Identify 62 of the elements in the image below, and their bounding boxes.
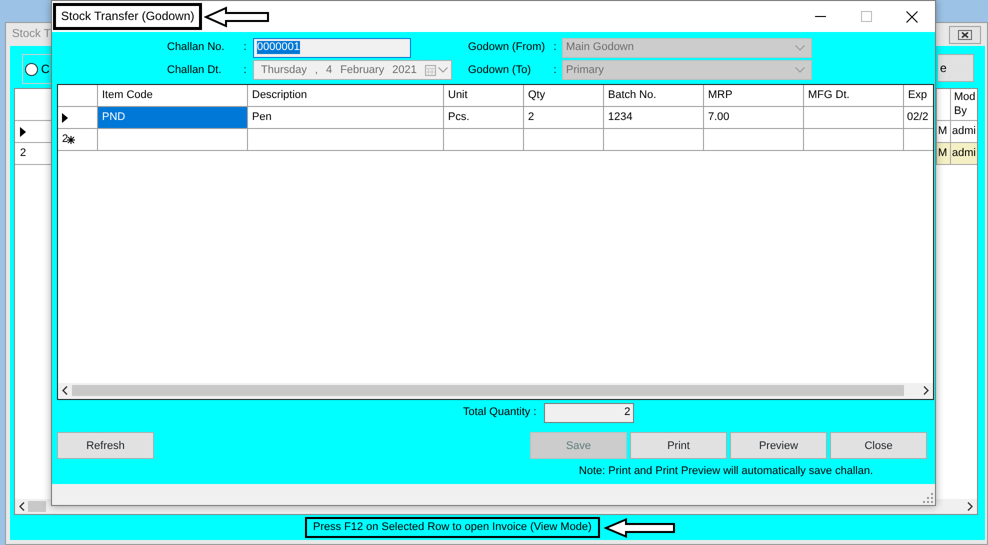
row-number: 2 <box>20 146 26 160</box>
scrollbar-thumb[interactable] <box>28 501 46 512</box>
column-header[interactable]: Description <box>248 85 444 106</box>
close-icon <box>906 10 918 22</box>
table-cell[interactable]: Pen <box>248 107 444 128</box>
column-header: Mod By <box>953 90 976 118</box>
close-icon <box>958 30 972 40</box>
annotation-arrow <box>204 6 270 28</box>
refresh-button[interactable]: Refresh <box>57 432 154 460</box>
table-cell: admi <box>952 124 976 138</box>
scroll-right-icon[interactable] <box>923 386 929 396</box>
table-cell: M <box>938 124 948 138</box>
column-header[interactable]: Exp <box>904 85 933 106</box>
hint-text: Press F12 on Selected Row to open Invoice (View Mode) <box>305 516 600 538</box>
column-header[interactable]: Unit <box>444 85 524 106</box>
colon: : <box>552 64 558 78</box>
total-quantity-field: 2 <box>544 402 634 423</box>
maximize-icon <box>860 11 872 22</box>
preview-button[interactable]: Preview <box>730 432 827 460</box>
field-label: Godown (From) <box>468 41 546 54</box>
caret-icon <box>438 67 448 74</box>
column-header[interactable]: MRP <box>704 85 804 106</box>
colon: : <box>242 64 248 78</box>
column-header[interactable]: MFG Dt. <box>804 85 904 106</box>
column-header[interactable]: Batch No. <box>604 85 704 106</box>
table-cell[interactable]: Pcs. <box>444 107 524 128</box>
window-title: Stock T <box>12 28 51 42</box>
new-row-icon <box>67 136 76 144</box>
close-button[interactable] <box>949 26 981 44</box>
table-cell[interactable]: 2 <box>524 107 604 128</box>
close-button[interactable]: Close <box>830 432 927 460</box>
scroll-right-icon[interactable] <box>967 502 973 511</box>
column-header[interactable]: Qty <box>524 85 604 106</box>
colon: : <box>242 41 248 54</box>
field-label: Challan No. <box>166 41 226 54</box>
resize-grip-icon[interactable] <box>923 493 933 503</box>
calendar-icon <box>425 64 436 76</box>
scrollbar-thumb[interactable] <box>72 385 904 396</box>
table-cell: admi <box>952 146 976 160</box>
window-title: Stock Transfer (Godown) <box>53 3 202 30</box>
caret-icon <box>795 67 805 74</box>
note-text: Note: Print and Print Preview will automatically save challan. <box>578 465 873 478</box>
row-number: 2 <box>62 133 68 146</box>
option-label: C <box>41 62 50 76</box>
field-label: Godown (To) <box>468 64 532 78</box>
print-button[interactable]: Print <box>630 432 727 460</box>
table-cell: M <box>938 146 948 160</box>
field-label: Challan Dt. <box>166 64 222 78</box>
scroll-left-icon[interactable] <box>62 386 68 396</box>
table-cell[interactable]: 7.00 <box>704 107 804 128</box>
action-button[interactable]: e <box>938 54 974 82</box>
minimize-icon <box>814 16 826 18</box>
radio-button[interactable] <box>25 62 38 76</box>
scroll-left-icon[interactable] <box>19 502 25 511</box>
column-header[interactable]: Item Code <box>98 85 248 106</box>
challan-number-field[interactable]: 0000001 <box>253 38 411 58</box>
table-cell[interactable]: PND <box>98 107 248 128</box>
colon: : <box>552 41 558 54</box>
field-label: Total Quantity : <box>463 406 536 420</box>
caret-icon <box>795 44 805 51</box>
table-cell[interactable]: 1234 <box>604 107 704 128</box>
table-cell[interactable]: 02/2 <box>904 107 933 128</box>
